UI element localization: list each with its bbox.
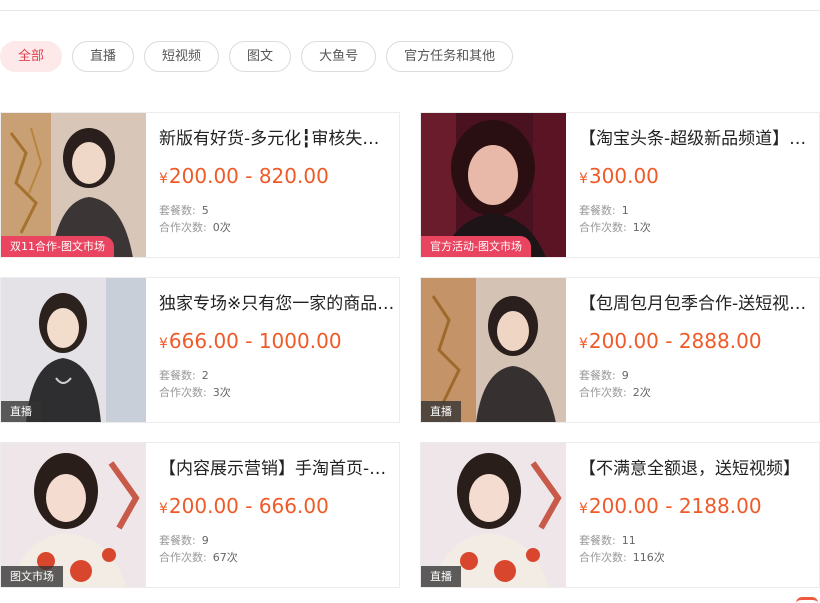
price-range: 200.00 - 666.00 xyxy=(168,494,329,518)
creator-thumbnail[interactable]: 官方活动-图文市场 xyxy=(421,113,566,257)
card-title[interactable]: 【内容展示营销】手淘首页-猜你喜欢 xyxy=(159,454,395,479)
card-tag: 直播 xyxy=(421,566,461,587)
cooperation-count: 合作次数: 116次 xyxy=(579,549,665,565)
package-count-label: 套餐数: xyxy=(159,534,196,547)
cooperation-count-label: 合作次数: xyxy=(159,551,207,564)
package-count-value: 11 xyxy=(621,534,636,547)
cooperation-count-label: 合作次数: xyxy=(579,551,627,564)
cooperation-count-value: 116次 xyxy=(632,551,665,564)
filter-chip-official-tasks[interactable]: 官方任务和其他 xyxy=(386,41,514,72)
cooperation-count-label: 合作次数: xyxy=(579,386,627,399)
package-count-value: 5 xyxy=(201,204,209,217)
service-card[interactable]: 官方活动-图文市场 【淘宝头条-超级新品频道】内容展示 ¥300.00 套餐数:… xyxy=(420,112,820,258)
card-title[interactable]: 独家专场※只有您一家的商品直播 xyxy=(159,289,395,314)
package-count: 套餐数: 2 xyxy=(159,367,209,383)
cooperation-count-value: 3次 xyxy=(212,386,231,399)
price-range: 300.00 xyxy=(588,164,659,188)
creator-thumbnail[interactable]: 直播 xyxy=(1,278,146,422)
filter-chip-all[interactable]: 全部 xyxy=(0,41,63,72)
cooperation-count-label: 合作次数: xyxy=(159,386,207,399)
filter-chip-live[interactable]: 直播 xyxy=(72,41,135,72)
creator-thumbnail[interactable]: 双11合作-图文市场 xyxy=(1,113,146,257)
price-range: 200.00 - 2888.00 xyxy=(588,329,762,353)
card-price: ¥200.00 - 820.00 xyxy=(159,164,329,188)
package-count: 套餐数: 5 xyxy=(159,202,209,218)
cooperation-count-value: 2次 xyxy=(632,386,651,399)
cooperation-count-value: 67次 xyxy=(212,551,238,564)
currency-symbol: ¥ xyxy=(579,336,588,352)
cooperation-count: 合作次数: 67次 xyxy=(159,549,238,565)
service-card[interactable]: 双11合作-图文市场 新版有好货-多元化┇审核失败退款┇超级推荐 ¥200.00… xyxy=(0,112,400,258)
price-range: 200.00 - 2188.00 xyxy=(588,494,762,518)
cooperation-count: 合作次数: 2次 xyxy=(579,384,651,400)
card-price: ¥666.00 - 1000.00 xyxy=(159,329,342,353)
package-count-value: 9 xyxy=(621,369,629,382)
card-price: ¥200.00 - 2888.00 xyxy=(579,329,762,353)
cooperation-count-label: 合作次数: xyxy=(579,221,627,234)
service-card[interactable]: 图文市场 【内容展示营销】手淘首页-猜你喜欢 ¥200.00 - 666.00 … xyxy=(0,442,400,588)
card-price: ¥200.00 - 2188.00 xyxy=(579,494,762,518)
cooperation-count-value: 0次 xyxy=(212,221,231,234)
package-count-value: 9 xyxy=(201,534,209,547)
currency-symbol: ¥ xyxy=(579,171,588,187)
package-count-label: 套餐数: xyxy=(579,204,616,217)
package-count-label: 套餐数: xyxy=(159,369,196,382)
top-divider xyxy=(0,10,820,11)
creator-thumbnail[interactable]: 图文市场 xyxy=(1,443,146,587)
package-count-value: 2 xyxy=(201,369,209,382)
category-filter-bar: 全部 直播 短视频 图文 大鱼号 官方任务和其他 xyxy=(0,41,523,72)
package-count-label: 套餐数: xyxy=(579,534,616,547)
package-count-value: 1 xyxy=(621,204,629,217)
card-title[interactable]: 【淘宝头条-超级新品频道】内容展示 xyxy=(579,124,815,149)
package-count: 套餐数: 9 xyxy=(579,367,629,383)
card-title[interactable]: 【包周包月包季合作-送短视频】 xyxy=(579,289,815,314)
card-tag: 官方活动-图文市场 xyxy=(421,236,531,257)
card-tag: 直播 xyxy=(421,401,461,422)
package-count-label: 套餐数: xyxy=(159,204,196,217)
currency-symbol: ¥ xyxy=(159,171,168,187)
card-title[interactable]: 【不满意全额退，送短视频】 xyxy=(579,454,815,479)
creator-thumbnail[interactable]: 直播 xyxy=(421,443,566,587)
creator-thumbnail[interactable]: 直播 xyxy=(421,278,566,422)
currency-symbol: ¥ xyxy=(159,501,168,517)
package-count-label: 套餐数: xyxy=(579,369,616,382)
card-tag: 双11合作-图文市场 xyxy=(1,236,114,257)
service-card[interactable]: 直播 【不满意全额退，送短视频】 ¥200.00 - 2188.00 套餐数: 1… xyxy=(420,442,820,588)
filter-chip-dayu[interactable]: 大鱼号 xyxy=(301,41,377,72)
cooperation-count: 合作次数: 1次 xyxy=(579,219,651,235)
cooperation-count-label: 合作次数: xyxy=(159,221,207,234)
cooperation-count: 合作次数: 0次 xyxy=(159,219,231,235)
service-card[interactable]: 直播 独家专场※只有您一家的商品直播 ¥666.00 - 1000.00 套餐数… xyxy=(0,277,400,423)
package-count: 套餐数: 9 xyxy=(159,532,209,548)
cooperation-count: 合作次数: 3次 xyxy=(159,384,231,400)
currency-symbol: ¥ xyxy=(159,336,168,352)
filter-chip-short-video[interactable]: 短视频 xyxy=(144,41,220,72)
card-tag: 直播 xyxy=(1,401,41,422)
floating-widget-edge[interactable] xyxy=(796,597,818,603)
card-title[interactable]: 新版有好货-多元化┇审核失败退款┇超级推荐 xyxy=(159,124,395,149)
currency-symbol: ¥ xyxy=(579,501,588,517)
price-range: 200.00 - 820.00 xyxy=(168,164,329,188)
cooperation-count-value: 1次 xyxy=(632,221,651,234)
package-count: 套餐数: 11 xyxy=(579,532,636,548)
card-price: ¥300.00 xyxy=(579,164,659,188)
card-price: ¥200.00 - 666.00 xyxy=(159,494,329,518)
package-count: 套餐数: 1 xyxy=(579,202,629,218)
card-tag: 图文市场 xyxy=(1,566,63,587)
price-range: 666.00 - 1000.00 xyxy=(168,329,342,353)
filter-chip-image-text[interactable]: 图文 xyxy=(229,41,292,72)
service-card[interactable]: 直播 【包周包月包季合作-送短视频】 ¥200.00 - 2888.00 套餐数… xyxy=(420,277,820,423)
